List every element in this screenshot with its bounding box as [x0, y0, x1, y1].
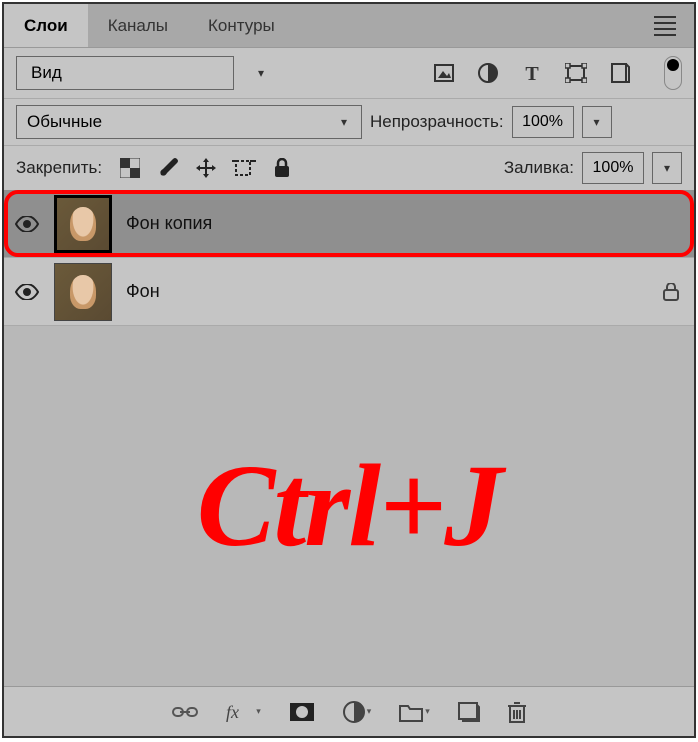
tab-layers[interactable]: Слои	[4, 4, 88, 47]
delete-layer-icon[interactable]	[508, 701, 526, 723]
lock-fill-row: Закрепить: Заливка: 100% ▾	[4, 145, 694, 190]
overlay-shortcut-text: Ctrl+J	[197, 438, 501, 574]
layer-row[interactable]: Фон копия	[4, 190, 694, 258]
visibility-toggle[interactable]	[14, 284, 40, 300]
layer-name[interactable]: Фон	[126, 281, 644, 302]
lock-indicator-icon	[658, 283, 684, 301]
fill-label: Заливка:	[504, 158, 574, 178]
layers-empty-area: Ctrl+J	[4, 326, 694, 686]
filter-toggle[interactable]	[664, 56, 682, 90]
tab-channels[interactable]: Каналы	[88, 4, 188, 47]
panel-tabs: Слои Каналы Контуры	[4, 4, 694, 48]
filter-pixel-icon[interactable]	[432, 61, 456, 85]
chevron-down-icon: ▾	[337, 115, 351, 129]
new-layer-icon[interactable]	[458, 702, 480, 722]
layer-row[interactable]: Фон	[4, 258, 694, 326]
panel-menu-icon[interactable]	[636, 16, 694, 36]
lock-artboard-icon[interactable]	[232, 156, 256, 180]
layer-filter-combo[interactable]: ▾	[16, 56, 234, 90]
filter-smart-icon[interactable]	[608, 61, 632, 85]
layer-fx-icon[interactable]: fx▾	[226, 702, 261, 722]
fill-value[interactable]: 100%	[582, 152, 644, 184]
opacity-stepper[interactable]: ▾	[582, 106, 612, 138]
layers-list: Фон копия Фон Ctrl+J	[4, 190, 694, 686]
lock-transparency-icon[interactable]	[118, 156, 142, 180]
blend-mode-select[interactable]: Обычные ▾	[16, 105, 362, 139]
layer-filter-row: ▾ T	[4, 48, 694, 98]
blend-opacity-row: Обычные ▾ Непрозрачность: 100% ▾	[4, 98, 694, 145]
adjustment-layer-icon[interactable]: ▾	[343, 701, 372, 723]
filter-adjustment-icon[interactable]	[476, 61, 500, 85]
lock-position-icon[interactable]	[194, 156, 218, 180]
filter-type-icon[interactable]: T	[520, 61, 544, 85]
chevron-down-icon: ▾	[258, 66, 264, 80]
layer-mask-icon[interactable]	[289, 702, 315, 722]
group-icon[interactable]: ▾	[399, 702, 430, 722]
opacity-label: Непрозрачность:	[370, 112, 504, 132]
fill-stepper[interactable]: ▾	[652, 152, 682, 184]
tab-paths[interactable]: Контуры	[188, 4, 295, 47]
visibility-toggle[interactable]	[14, 216, 40, 232]
lock-paint-icon[interactable]	[156, 156, 180, 180]
layer-name[interactable]: Фон копия	[126, 213, 684, 234]
svg-text:fx: fx	[226, 702, 239, 722]
lock-all-icon[interactable]	[270, 156, 294, 180]
svg-text:T: T	[525, 63, 539, 83]
lock-label: Закрепить:	[16, 158, 102, 178]
layer-thumbnail[interactable]	[54, 263, 112, 321]
link-layers-icon[interactable]	[172, 705, 198, 719]
blend-mode-value: Обычные	[27, 112, 102, 132]
opacity-value[interactable]: 100%	[512, 106, 574, 138]
layer-thumbnail[interactable]	[54, 195, 112, 253]
layer-filter-input[interactable]	[31, 63, 252, 83]
layers-bottom-bar: fx▾ ▾ ▾	[4, 686, 694, 736]
filter-shape-icon[interactable]	[564, 61, 588, 85]
layers-panel: Слои Каналы Контуры ▾ T	[2, 2, 696, 738]
